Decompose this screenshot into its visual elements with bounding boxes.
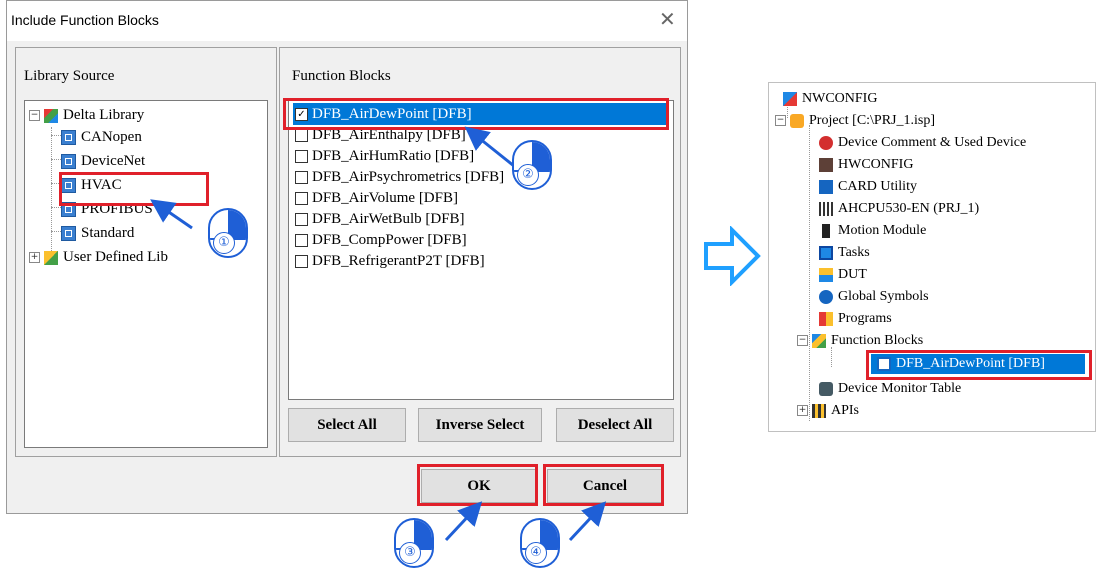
step-number: ② — [517, 164, 539, 186]
function-blocks-icon — [812, 333, 826, 348]
collapse-icon[interactable]: − — [797, 335, 808, 347]
tree-item-label: HWCONFIG — [838, 157, 914, 172]
tree-item-label: NWCONFIG — [802, 91, 878, 106]
dut-icon — [819, 267, 833, 282]
step-number: ① — [213, 232, 235, 254]
step-number: ③ — [399, 542, 421, 564]
highlight-box-new-dfb — [866, 350, 1092, 380]
programs-icon — [819, 311, 833, 326]
tree-item-nwconfig[interactable]: NWCONFIG — [783, 89, 877, 109]
device-monitor-icon — [819, 381, 833, 396]
cpu-icon — [819, 201, 833, 216]
tree-item-global-symbols[interactable]: Global Symbols — [819, 287, 929, 307]
apis-icon — [812, 403, 826, 418]
tree-item-device-monitor[interactable]: Device Monitor Table — [819, 379, 961, 399]
expand-icon[interactable]: + — [797, 405, 808, 417]
card-utility-icon — [819, 179, 833, 194]
motion-module-icon — [822, 223, 830, 238]
tree-item-tasks[interactable]: Tasks — [819, 243, 870, 263]
tree-item-label: CARD Utility — [838, 179, 917, 194]
tree-item-ahcpu[interactable]: AHCPU530-EN (PRJ_1) — [819, 199, 979, 219]
tree-item-label: APIs — [831, 403, 860, 418]
tree-item-label: DUT — [838, 267, 867, 282]
tree-item-project[interactable]: − Project [C:\PRJ_1.isp] — [775, 111, 935, 131]
tree-item-label: Device Comment & Used Device — [838, 135, 1027, 150]
global-symbols-icon — [819, 289, 833, 304]
project-icon — [790, 113, 804, 128]
tree-item-card-utility[interactable]: CARD Utility — [819, 177, 917, 197]
tree-item-label: Tasks — [838, 245, 870, 260]
mouse-step-2-icon: ② — [512, 140, 552, 190]
tree-item-device-comment[interactable]: Device Comment & Used Device — [819, 133, 1026, 153]
tree-item-label: Motion Module — [838, 223, 927, 238]
step-number: ④ — [525, 542, 547, 564]
mouse-step-1-icon: ① — [208, 208, 248, 258]
tree-item-programs[interactable]: Programs — [819, 309, 892, 329]
nwconfig-icon — [783, 91, 797, 106]
arrow-2 — [464, 126, 515, 168]
tree-item-label: Programs — [838, 311, 892, 326]
tree-item-dut[interactable]: DUT — [819, 265, 867, 285]
tree-item-label: Global Symbols — [838, 289, 929, 304]
tree-item-label: Device Monitor Table — [838, 381, 962, 396]
tasks-icon — [819, 245, 833, 260]
tree-item-label: AHCPU530-EN (PRJ_1) — [838, 201, 980, 216]
hwconfig-icon — [819, 157, 833, 172]
tree-item-label: Project [C:\PRJ_1.isp] — [809, 113, 936, 128]
arrow-4 — [568, 501, 607, 542]
tree-line — [809, 125, 810, 421]
tree-item-function-blocks[interactable]: − Function Blocks — [797, 331, 923, 351]
arrow-1 — [150, 199, 193, 230]
device-comment-icon — [819, 135, 833, 150]
arrow-3 — [444, 501, 483, 542]
tree-item-label: Function Blocks — [831, 333, 924, 348]
tree-item-apis[interactable]: + APIs — [797, 401, 859, 421]
collapse-icon[interactable]: − — [775, 115, 786, 127]
mouse-step-4-icon: ④ — [520, 518, 560, 568]
tree-item-hwconfig[interactable]: HWCONFIG — [819, 155, 913, 175]
mouse-step-3-icon: ③ — [394, 518, 434, 568]
tree-item-motion-module[interactable]: Motion Module — [819, 221, 926, 241]
big-right-arrow-icon — [704, 226, 761, 286]
